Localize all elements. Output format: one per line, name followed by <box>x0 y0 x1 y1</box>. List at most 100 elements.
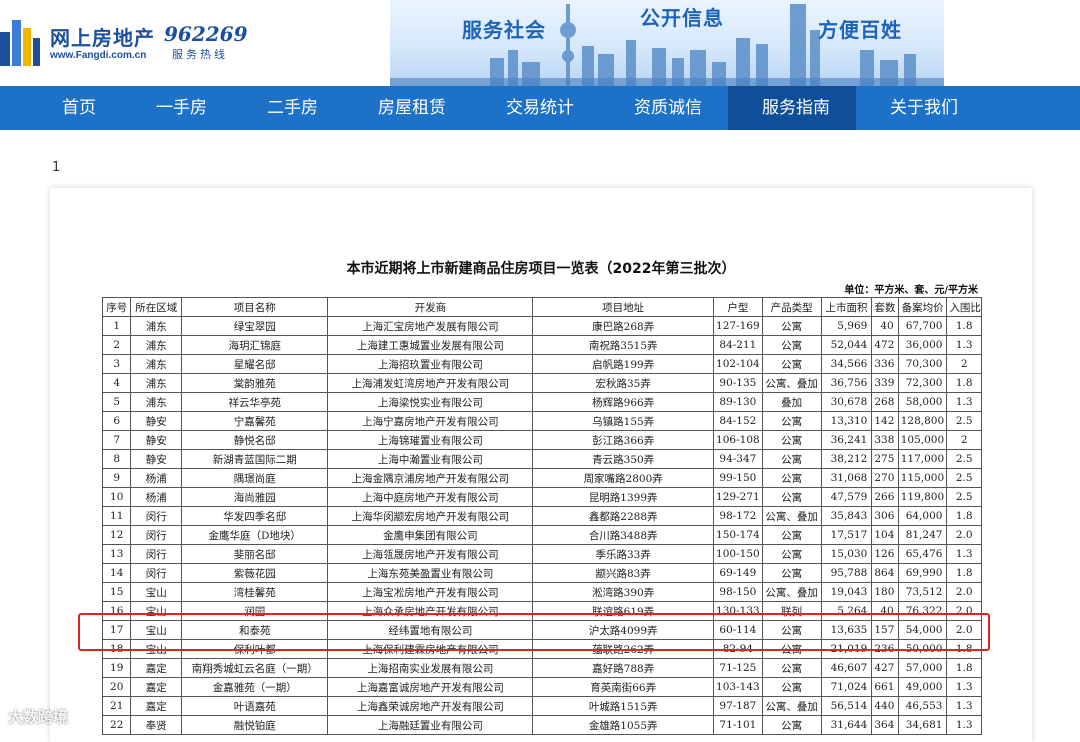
table-cell: 公寓 <box>761 354 822 374</box>
table-cell: 绿宝翠园 <box>181 316 329 336</box>
table-cell: 闵行 <box>130 544 183 564</box>
table-cell: 40 <box>871 601 899 621</box>
table-cell: 融悦铂庭 <box>181 715 329 735</box>
table-cell: 2 <box>946 354 982 374</box>
table-cell: 52,044 <box>820 335 873 355</box>
table-cell: 上海金隅京浦房地产开发有限公司 <box>327 468 534 488</box>
table-cell: 康巴路268弄 <box>532 316 715 336</box>
table-cell: 8 <box>101 449 132 469</box>
table-row: 12 闵行 金鹰华庭（D地块） 金鹰申集团有限公司 合川路3488弄 150-174 公寓 1… <box>101 525 982 545</box>
table-cell: 公寓、叠加 <box>761 582 822 602</box>
table-cell: 49,000 <box>897 677 948 697</box>
table-cell: 157 <box>871 620 899 640</box>
table-row: 7 静安 静悦名邸 上海锦璀置业有限公司 彭江路366弄 106-108 公寓 36,241 3… <box>101 430 982 450</box>
table-cell: 公寓 <box>761 525 822 545</box>
table-row: 1 浦东 绿宝翠园 上海汇宝房地产发展有限公司 康巴路268弄 127-169 公寓 5,96… <box>101 316 982 336</box>
table-cell: 联谊路619弄 <box>532 601 715 621</box>
table-cell: 闵行 <box>130 506 183 526</box>
table-cell: 启帆路199弄 <box>532 354 715 374</box>
table-cell: 浦东 <box>130 335 183 355</box>
table-cell: 星耀名邸 <box>181 354 329 374</box>
nav-rentals[interactable]: 房屋租赁 <box>344 86 472 130</box>
nav-resale-homes[interactable]: 二手房 <box>233 86 344 130</box>
table-cell: 宝山 <box>130 639 183 659</box>
table-cell: 57,000 <box>897 658 948 678</box>
table-cell: 2 <box>946 430 982 450</box>
table-cell: 117,000 <box>897 449 948 469</box>
table-cell: 公寓 <box>761 620 822 640</box>
building-logo-icon <box>0 20 40 66</box>
table-cell: 10 <box>101 487 132 507</box>
table-cell: 472 <box>871 335 899 355</box>
table-cell: 公寓 <box>761 468 822 488</box>
col-header: 序号 <box>101 297 132 317</box>
table-cell: 2 <box>101 335 132 355</box>
nav-about-us[interactable]: 关于我们 <box>856 86 984 130</box>
table-cell: 宁嘉馨苑 <box>181 411 329 431</box>
nav-credentials[interactable]: 资质诚信 <box>600 86 728 130</box>
table-cell: 2.0 <box>946 601 982 621</box>
table-cell: 47,579 <box>820 487 873 507</box>
table-cell: 130-133 <box>713 601 763 621</box>
col-header: 开发商 <box>327 297 534 317</box>
slogan-open-info: 公开信息 <box>640 6 724 30</box>
table-cell: 34,566 <box>820 354 873 374</box>
table-cell: 公寓 <box>761 544 822 564</box>
table-cell: 1.8 <box>946 506 982 526</box>
table-cell: 公寓 <box>761 563 822 583</box>
table-row: 19 嘉定 南翔秀城虹云名庭（一期） 上海招南实业发展有限公司 嘉好路788弄 71-12… <box>101 658 982 678</box>
table-cell: 浦东 <box>130 316 183 336</box>
table-cell: 1 <box>101 316 132 336</box>
table-cell: 90-135 <box>713 373 763 393</box>
table-cell: 15 <box>101 582 132 602</box>
table-cell: 19,043 <box>820 582 873 602</box>
table-cell: 宏秋路35弄 <box>532 373 715 393</box>
table-cell: 16 <box>101 601 132 621</box>
table-cell: 隅璟尚庭 <box>181 468 329 488</box>
table-cell: 5,264 <box>820 601 873 621</box>
table-cell: 127-169 <box>713 316 763 336</box>
table-cell: 昆明路1399弄 <box>532 487 715 507</box>
table-cell: 上海瓴晟房地产开发有限公司 <box>327 544 534 564</box>
table-cell: 浦东 <box>130 392 183 412</box>
table-cell: 5,969 <box>820 316 873 336</box>
table-cell: 17,517 <box>820 525 873 545</box>
table-cell: 浦东 <box>130 373 183 393</box>
table-cell: 祥云华亭苑 <box>181 392 329 412</box>
table-cell: 公寓、叠加 <box>761 506 822 526</box>
nav-service-guide[interactable]: 服务指南 <box>728 86 856 130</box>
nav-transaction-stats[interactable]: 交易统计 <box>472 86 600 130</box>
table-cell: 上海东苑美盈置业有限公司 <box>327 563 534 583</box>
table-cell: 2.0 <box>946 582 982 602</box>
table-cell: 306 <box>871 506 899 526</box>
table-cell: 46,553 <box>897 696 948 716</box>
table-cell: 公寓 <box>761 658 822 678</box>
col-header: 项目地址 <box>532 297 715 317</box>
table-cell: 公寓、叠加 <box>761 373 822 393</box>
site-logo[interactable]: 网上房地产 www.Fangdi.com.cn 962269 服务热线 <box>0 0 380 86</box>
table-cell: 97-187 <box>713 696 763 716</box>
table-cell: 99-150 <box>713 468 763 488</box>
table-cell: 金鹰华庭（D地块） <box>181 525 329 545</box>
table-cell: 叠加 <box>761 392 822 412</box>
nav-home[interactable]: 首页 <box>28 86 122 130</box>
table-cell: 静安 <box>130 449 183 469</box>
table-cell: 季乐路33弄 <box>532 544 715 564</box>
col-header: 户型 <box>713 297 763 317</box>
table-cell: 嘉定 <box>130 677 183 697</box>
table-cell: 2.5 <box>946 487 982 507</box>
logo-name: 网上房地产 <box>50 26 155 50</box>
table-cell: 上海浦发虹湾房地产开发有限公司 <box>327 373 534 393</box>
nav-new-homes[interactable]: 一手房 <box>122 86 233 130</box>
table-cell: 南祝路3515弄 <box>532 335 715 355</box>
table-cell: 119,800 <box>897 487 948 507</box>
table-cell: 上海嘉富诚房地产开发有限公司 <box>327 677 534 697</box>
table-cell: 98-172 <box>713 506 763 526</box>
table-cell: 嘉定 <box>130 696 183 716</box>
table-cell: 18 <box>101 639 132 659</box>
table-cell: 1.3 <box>946 544 982 564</box>
document-title: 本市近期将上市新建商品住房项目一览表（2022年第三批次） <box>346 261 736 277</box>
table-cell: 104 <box>871 525 899 545</box>
table-row: 2 浦东 海玥汇锦庭 上海建工惠城置业发展有限公司 南祝路3515弄 84-211 公寓 52… <box>101 335 982 355</box>
table-cell: 宝山 <box>130 582 183 602</box>
